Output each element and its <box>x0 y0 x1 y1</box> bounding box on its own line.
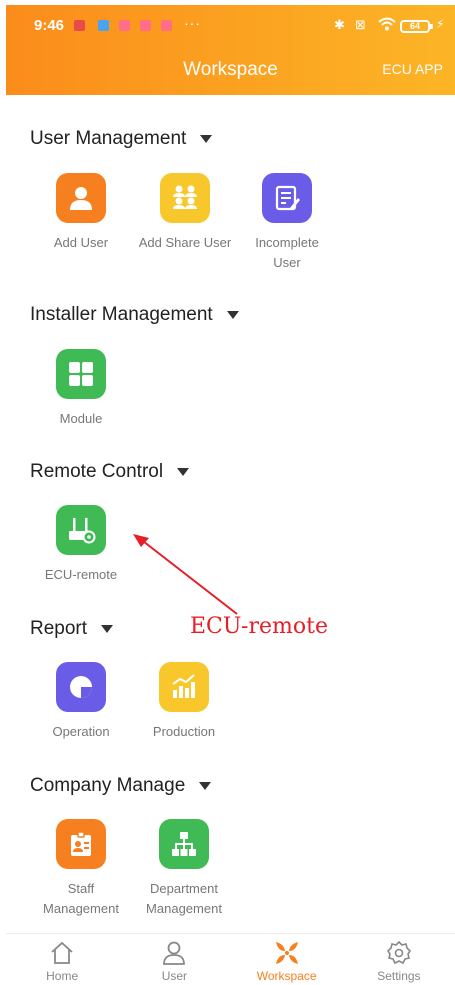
tile-label: Incomplete User <box>255 235 319 270</box>
tile-label: Add User <box>53 235 109 250</box>
notification-icon <box>74 20 85 31</box>
notification-icon <box>119 20 130 31</box>
caret-down-icon <box>101 625 114 633</box>
tile-label: Module <box>59 411 103 426</box>
tile-label: Operation <box>52 724 110 739</box>
section-remote-control[interactable]: Remote Control <box>30 461 190 483</box>
router-settings-icon <box>56 505 106 555</box>
sim-icon: ⊠ <box>355 17 366 32</box>
incomplete-user-tile[interactable]: Incomplete User <box>246 173 328 273</box>
annotation-label: ECU-remote <box>190 614 328 639</box>
home-icon <box>6 939 118 967</box>
tile-label: Department Management <box>146 881 222 916</box>
section-title: Installer Management <box>30 304 213 325</box>
department-management-tile[interactable]: Department Management <box>136 819 232 919</box>
tile-label: Production <box>152 724 216 739</box>
section-company-manage[interactable]: Company Manage <box>30 775 212 797</box>
document-edit-icon <box>262 173 312 223</box>
tab-settings[interactable]: Settings <box>343 934 455 985</box>
tab-label: Home <box>46 969 79 983</box>
bottom-tab-bar: Home User Workspace Settings <box>6 933 455 985</box>
module-tile[interactable]: Module <box>33 349 129 429</box>
ecu-app-link[interactable]: ECU APP <box>382 61 443 77</box>
caret-down-icon <box>226 311 239 319</box>
status-bar: 9:46 ··· ✱ ⊠ 64 ⚡ <box>6 5 455 45</box>
tab-home[interactable]: Home <box>6 934 118 985</box>
overflow-notifications-icon: ··· <box>184 15 201 31</box>
wifi-icon <box>378 17 396 34</box>
bar-chart-icon <box>159 662 209 712</box>
ecu-remote-tile[interactable]: ECU-remote <box>33 505 129 585</box>
id-badge-icon <box>56 819 106 869</box>
caret-down-icon <box>199 782 212 790</box>
section-report[interactable]: Report <box>30 618 114 640</box>
settings-icon <box>343 939 455 967</box>
workspace-icon <box>231 939 343 967</box>
tile-label: Add Share User <box>138 235 232 250</box>
charging-icon: ⚡ <box>436 17 445 31</box>
add-user-icon <box>56 173 106 223</box>
grid-icon <box>56 349 106 399</box>
caret-down-icon <box>177 468 190 476</box>
pie-chart-icon <box>56 662 106 712</box>
tab-workspace[interactable]: Workspace <box>231 934 343 985</box>
annotation-arrow <box>133 534 238 615</box>
share-users-icon <box>160 173 210 223</box>
org-chart-icon <box>159 819 209 869</box>
notification-icon <box>98 20 109 31</box>
section-title: Report <box>30 618 88 639</box>
staff-management-tile[interactable]: Staff Management <box>33 819 129 919</box>
section-title: Company Manage <box>30 775 186 796</box>
tab-label: Settings <box>377 969 421 983</box>
app-header: 9:46 ··· ✱ ⊠ 64 ⚡ Workspace ECU APP <box>6 5 455 95</box>
battery-icon: 64 <box>400 20 433 33</box>
status-time: 9:46 <box>34 17 65 34</box>
tab-label: Workspace <box>256 969 317 983</box>
tab-user[interactable]: User <box>118 934 230 985</box>
tab-label: User <box>161 969 188 983</box>
tile-label: ECU-remote <box>44 567 118 582</box>
section-title: User Management <box>30 128 187 149</box>
section-title: Remote Control <box>30 461 164 482</box>
section-user-management[interactable]: User Management <box>30 128 213 150</box>
production-tile[interactable]: Production <box>136 662 232 742</box>
caret-down-icon <box>200 135 213 143</box>
notification-icon <box>140 20 151 31</box>
section-installer-management[interactable]: Installer Management <box>30 304 239 326</box>
add-user-tile[interactable]: Add User <box>33 173 129 253</box>
notification-icon <box>161 20 172 31</box>
operation-tile[interactable]: Operation <box>33 662 129 742</box>
bluetooth-icon: ✱ <box>334 17 345 32</box>
user-icon <box>118 939 230 967</box>
tile-label: Staff Management <box>43 881 119 916</box>
add-share-user-tile[interactable]: Add Share User <box>136 173 234 253</box>
